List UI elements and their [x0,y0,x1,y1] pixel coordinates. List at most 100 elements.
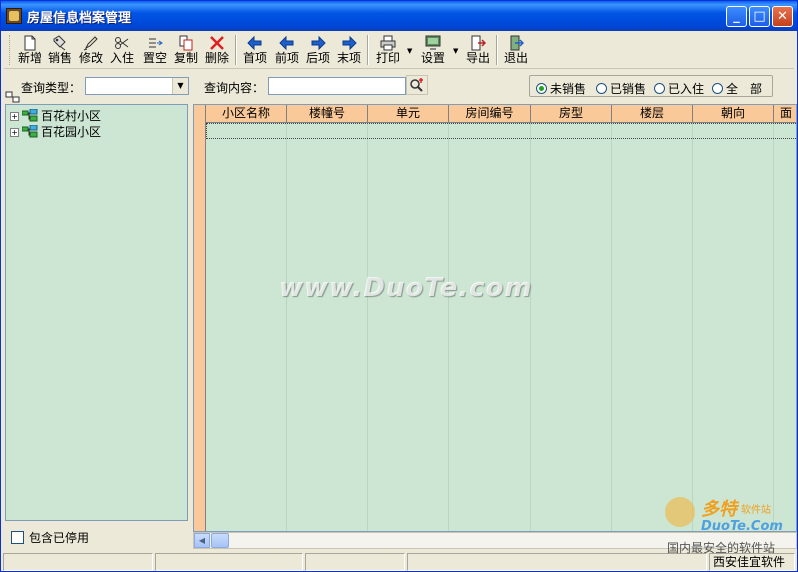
community-tree[interactable]: + 百花村小区 + 百花园小区 [5,104,188,521]
house-data-grid[interactable]: 小区名称 楼幢号 单元 房间编号 房型 楼层 朝向 面 [193,104,797,532]
expand-plus-icon[interactable]: + [10,112,19,121]
column-header[interactable]: 楼幢号 [287,105,368,123]
logo-sub: 软件站 [741,505,771,516]
prev-button[interactable]: 前项 [273,33,301,67]
chevron-down-icon[interactable]: ▼ [172,78,188,94]
radio-all-label: 全 部 [726,82,763,96]
last-label: 末项 [336,51,361,65]
new-button[interactable]: 新增 [16,33,44,67]
export-button[interactable]: 导出 [464,33,492,67]
row-indicator-column [194,123,206,531]
column-header[interactable]: 房型 [531,105,612,123]
new-label: 新增 [17,51,42,65]
next-arrow-icon [310,35,326,51]
column-divider [286,123,287,531]
column-divider [692,123,693,531]
print-dropdown-icon[interactable]: ▼ [407,47,412,55]
tree-node[interactable]: + 百花园小区 [10,123,101,139]
checkin-button[interactable]: 入住 [108,33,136,67]
export-icon [470,35,487,51]
prev-arrow-icon [279,35,295,51]
column-header[interactable]: 单元 [368,105,449,123]
query-type-select[interactable]: ▼ [85,77,189,95]
minimize-button[interactable]: _ [726,6,747,27]
row-indicator-header [194,105,206,123]
last-button[interactable]: 末项 [335,33,363,67]
toolbar-separator [235,35,237,65]
print-label: 打印 [375,51,400,65]
radio-occupied[interactable]: 已入住 [654,80,704,97]
export-label: 导出 [465,51,490,65]
query-bar: 查询类型： ▼ 查询内容： 未销售 已销售 已入住 全 部 [1,71,797,103]
toolbar-separator [496,35,498,65]
column-divider [448,123,449,531]
tree-node[interactable]: + 百花村小区 [10,107,101,123]
first-arrow-icon [247,35,263,51]
column-header[interactable]: 房间编号 [449,105,531,123]
toolbar-grip[interactable] [9,35,12,65]
tree-node-label: 百花园小区 [41,125,102,139]
edit-label: 修改 [78,51,103,65]
clear-button[interactable]: 置空 [140,33,170,67]
exit-button[interactable]: 退出 [502,33,530,67]
include-disabled-checkbox[interactable]: 包含已停用 [11,529,89,546]
title-bar[interactable]: 房屋信息档案管理 _ □ ✕ [1,1,797,31]
logo-tagline: 国内最安全的软件站 [667,541,776,555]
clear-icon [147,35,163,51]
radio-dot-icon [596,83,607,94]
maximize-button[interactable]: □ [749,6,770,27]
search-button[interactable] [406,75,428,95]
window-title: 房屋信息档案管理 [27,11,132,26]
scroll-thumb[interactable] [211,533,229,548]
edit-button[interactable]: 修改 [77,33,105,67]
copy-button[interactable]: 复制 [172,33,200,67]
exit-icon [508,35,525,51]
column-header[interactable]: 楼层 [612,105,693,123]
column-divider [611,123,612,531]
status-panel [305,553,405,571]
settings-monitor-icon [425,35,441,51]
radio-all[interactable]: 全 部 [712,80,762,97]
checkin-label: 入住 [109,51,134,65]
prev-label: 前项 [274,51,299,65]
print-button[interactable]: 打印 [373,33,403,67]
scroll-left-icon[interactable]: ◀ [194,533,210,548]
clear-label: 置空 [142,51,167,65]
tree-expand-icon[interactable] [5,91,21,103]
include-disabled-label: 包含已停用 [29,531,90,545]
first-label: 首项 [242,51,267,65]
settings-button[interactable]: 设置 [418,33,448,67]
query-type-label: 查询类型： [21,81,82,95]
checkbox-box[interactable] [11,531,24,544]
sell-button[interactable]: 销售 [46,33,74,67]
status-panel [407,553,707,571]
new-doc-icon [22,35,38,51]
watermark-text: www.DuoTe.com [279,273,533,303]
table-row[interactable] [206,123,796,139]
radio-dot-icon [712,83,723,94]
query-content-input[interactable] [268,77,406,95]
grid-header: 小区名称 楼幢号 单元 房间编号 房型 楼层 朝向 面 [194,105,796,123]
radio-sold[interactable]: 已销售 [596,80,646,97]
radio-dot-icon [654,83,665,94]
logo-url: DuoTe.Com [701,519,783,534]
column-header[interactable]: 朝向 [693,105,774,123]
close-icon: ✕ [777,9,788,24]
status-panel [155,553,303,571]
column-header[interactable]: 小区名称 [206,105,287,123]
delete-label: 删除 [204,51,229,65]
delete-button[interactable]: 删除 [203,33,231,67]
settings-dropdown-icon[interactable]: ▼ [453,47,458,55]
checkin-icon [114,35,130,51]
close-button[interactable]: ✕ [772,6,793,27]
next-button[interactable]: 后项 [304,33,332,67]
main-window: 房屋信息档案管理 _ □ ✕ 新增 销售 修改 入住 置空 复制 删除 首项 前… [0,0,798,572]
first-button[interactable]: 首项 [241,33,269,67]
copy-label: 复制 [173,51,198,65]
radio-unsold[interactable]: 未销售 [536,80,586,97]
column-header[interactable]: 面 [774,105,796,123]
sell-label: 销售 [47,51,72,65]
radio-dot-icon [536,83,547,94]
toolbar-separator [367,35,369,65]
expand-plus-icon[interactable]: + [10,128,19,137]
